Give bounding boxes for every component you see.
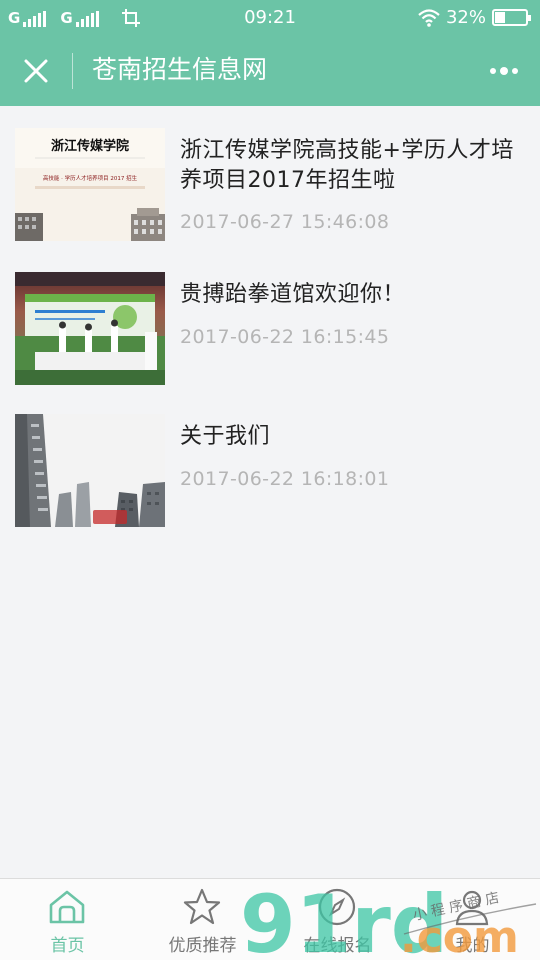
more-button[interactable]: [486, 58, 522, 84]
tab-mine[interactable]: 我的: [405, 879, 540, 960]
header-divider: [72, 53, 73, 89]
article-time: 2017-06-27 15:46:08: [180, 211, 390, 233]
battery-icon: [492, 9, 531, 26]
page-title: 苍南招生信息网: [92, 55, 268, 84]
list-item[interactable]: 贵搏跆拳道馆欢迎你！ 2017-06-22 16:15:45: [0, 250, 540, 392]
list-item[interactable]: 关于我们 2017-06-22 16:18:01: [0, 392, 540, 534]
article-title: 关于我们: [180, 424, 271, 449]
thumb-text-1: 浙江传媒学院: [51, 138, 129, 154]
tab-home[interactable]: 首页: [0, 879, 135, 960]
compass-icon: [318, 888, 356, 926]
more-dot-icon: [490, 68, 496, 74]
status-bar: G G 09:21 32%: [0, 0, 540, 36]
thumb-text-2: 高技能 · 学历人才培养项目 2017 招生: [43, 174, 138, 182]
tab-signup[interactable]: 在线报名: [270, 879, 405, 960]
tab-recommend[interactable]: 优质推荐: [135, 879, 270, 960]
tab-signup-label: 在线报名: [303, 936, 372, 956]
buildings-image: [15, 414, 165, 527]
article-title: 浙江传媒学院高技能+学历人才培养项目2017年招生啦: [180, 138, 514, 193]
close-button[interactable]: [18, 53, 54, 89]
bottom-tab-bar: 首页 优质推荐 在线报名 我的: [0, 878, 540, 960]
tab-home-label: 首页: [50, 936, 85, 956]
article-thumbnail: 浙江传媒学院 高技能 · 学历人才培养项目 2017 招生: [15, 128, 165, 241]
article-time: 2017-06-22 16:18:01: [180, 468, 390, 490]
taekwondo-image: [15, 272, 165, 385]
article-thumbnail: [15, 272, 165, 385]
battery-percent: 32%: [445, 7, 486, 28]
battery-fill: [495, 12, 505, 23]
app-header: 苍南招生信息网: [0, 36, 540, 106]
close-icon: [24, 59, 48, 83]
more-dot-icon: [500, 67, 508, 75]
home-icon: [49, 890, 85, 924]
more-dot-icon: [512, 68, 518, 74]
article-title: 贵搏跆拳道馆欢迎你！: [180, 282, 406, 307]
user-icon: [455, 890, 489, 926]
tab-recommend-label: 优质推荐: [168, 936, 237, 956]
status-right: 32%: [418, 7, 531, 28]
article-list: 浙江传媒学院 高技能 · 学历人才培养项目 2017 招生 浙江传媒学院高技能+…: [0, 106, 540, 534]
wifi-icon: [418, 8, 440, 27]
college-image: 浙江传媒学院 高技能 · 学历人才培养项目 2017 招生: [15, 128, 165, 241]
article-thumbnail: [15, 414, 165, 527]
article-time: 2017-06-22 16:15:45: [180, 326, 390, 348]
star-icon: [183, 888, 221, 925]
list-item[interactable]: 浙江传媒学院 高技能 · 学历人才培养项目 2017 招生 浙江传媒学院高技能+…: [0, 106, 540, 250]
tab-mine-label: 我的: [455, 936, 490, 956]
